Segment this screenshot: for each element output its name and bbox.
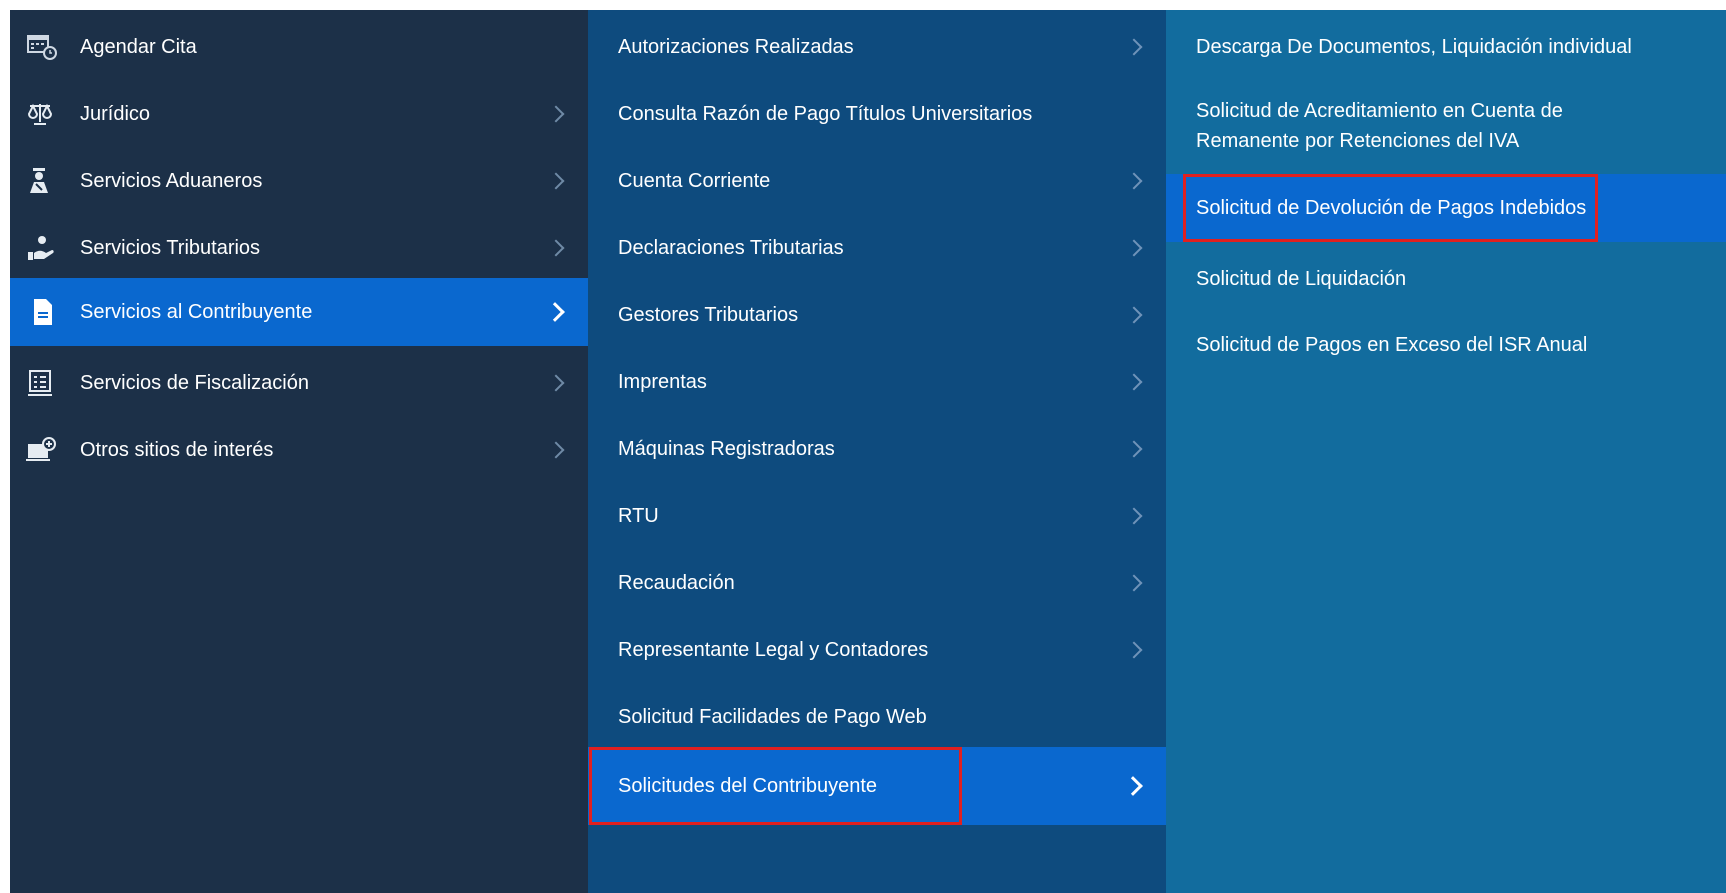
chevron-right-icon: [547, 105, 565, 123]
submenu-item-solicitudes-del-contribuyente[interactable]: Solicitudes del Contribuyente: [588, 747, 1166, 825]
submenu-item-label: Solicitudes del Contribuyente: [618, 774, 878, 797]
menu-item-label: Jurídico: [80, 102, 151, 125]
submenu-item-label: Recaudación: [618, 571, 735, 594]
hand-coin-icon: [26, 234, 60, 262]
submenu-item-label: Solicitud de Pagos en Exceso del ISR Anu…: [1196, 333, 1588, 356]
checklist-icon: [26, 369, 60, 397]
submenu-item-label: Cuenta Corriente: [618, 169, 771, 192]
chevron-right-icon: [547, 441, 565, 459]
submenu-item-label: RTU: [618, 504, 659, 527]
submenu-item-label: Representante Legal y Contadores: [618, 638, 929, 661]
chevron-right-icon: [1125, 574, 1143, 592]
chevron-right-icon: [1123, 776, 1143, 796]
submenu-item-label: Solicitud de Liquidación: [1196, 267, 1407, 290]
submenu-item-label: Consulta Razón de Pago Títulos Universit…: [618, 102, 1033, 125]
submenu-item-label: Autorizaciones Realizadas: [618, 35, 854, 58]
menu-level-2: Autorizaciones Realizadas Consulta Razón…: [588, 10, 1166, 893]
submenu-item-label: Máquinas Registradoras: [618, 437, 835, 460]
scales-icon: [26, 100, 60, 128]
submenu-item-label: Solicitud de Acreditamiento en Cuenta de…: [1196, 100, 1563, 152]
submenu-item-label: Imprentas: [618, 370, 707, 393]
submenu-item-label: Gestores Tributarios: [618, 303, 799, 326]
menu-level-1: Agendar Cita Jurídico Servicios Aduanero…: [10, 10, 588, 893]
submenu-item[interactable]: Imprentas: [588, 345, 1166, 419]
submenu-item[interactable]: Declaraciones Tributarias: [588, 211, 1166, 285]
submenu-item[interactable]: Recaudación: [588, 546, 1166, 620]
submenu-item[interactable]: Consulta Razón de Pago Títulos Universit…: [588, 77, 1166, 151]
chevron-right-icon: [1125, 507, 1143, 525]
submenu-item[interactable]: Solicitud de Acreditamiento en Cuenta de…: [1166, 80, 1726, 172]
calendar-clock-icon: [26, 33, 60, 61]
menu-item-label: Servicios al Contribuyente: [80, 300, 313, 323]
chevron-right-icon: [1125, 306, 1143, 324]
chevron-right-icon: [1125, 373, 1143, 391]
submenu-item[interactable]: Solicitud de Liquidación: [1166, 242, 1726, 316]
menu-item-label: Agendar Cita: [80, 35, 197, 58]
chevron-right-icon: [1125, 38, 1143, 56]
submenu-item[interactable]: Solicitud de Pagos en Exceso del ISR Anu…: [1166, 308, 1726, 382]
submenu-item[interactable]: Representante Legal y Contadores: [588, 613, 1166, 687]
chevron-right-icon: [1125, 641, 1143, 659]
submenu-item[interactable]: Descarga De Documentos, Liquidación indi…: [1166, 10, 1726, 84]
submenu-item[interactable]: Máquinas Registradoras: [588, 412, 1166, 486]
submenu-item-label: Solicitud de Devolución de Pagos Indebid…: [1196, 196, 1587, 219]
menu-item-label: Servicios de Fiscalización: [80, 371, 309, 394]
submenu-item[interactable]: Cuenta Corriente: [588, 144, 1166, 218]
menu-item-label: Servicios Aduaneros: [80, 169, 263, 192]
menu-item-servicios-aduaneros[interactable]: Servicios Aduaneros: [10, 144, 588, 218]
menu-level-3: Descarga De Documentos, Liquidación indi…: [1166, 10, 1726, 893]
chevron-right-icon: [547, 172, 565, 190]
monitor-plus-icon: [26, 436, 60, 464]
chevron-right-icon: [545, 302, 565, 322]
chevron-right-icon: [1125, 440, 1143, 458]
document-icon: [26, 298, 60, 326]
menu-item-servicios-tributarios[interactable]: Servicios Tributarios: [10, 211, 588, 285]
submenu-item[interactable]: Gestores Tributarios: [588, 278, 1166, 352]
submenu-item[interactable]: RTU: [588, 479, 1166, 553]
submenu-item-label: Solicitud Facilidades de Pago Web: [618, 705, 927, 728]
menu-item-label: Otros sitios de interés: [80, 438, 274, 461]
chevron-right-icon: [1125, 172, 1143, 190]
menu-item-label: Servicios Tributarios: [80, 236, 261, 259]
menu-item-servicios-al-contribuyente[interactable]: Servicios al Contribuyente: [10, 278, 588, 346]
chevron-right-icon: [547, 239, 565, 257]
submenu-item[interactable]: Autorizaciones Realizadas: [588, 10, 1166, 84]
menu-item-agendar-cita[interactable]: Agendar Cita: [10, 10, 588, 84]
customs-officer-icon: [26, 167, 60, 195]
chevron-right-icon: [1125, 239, 1143, 257]
menu-item-servicios-de-fiscalizacion[interactable]: Servicios de Fiscalización: [10, 346, 588, 420]
submenu-item-solicitud-devolucion-pagos-indebidos[interactable]: Solicitud de Devolución de Pagos Indebid…: [1166, 174, 1726, 242]
chevron-right-icon: [547, 374, 565, 392]
submenu-item-label: Declaraciones Tributarias: [618, 236, 844, 259]
submenu-item[interactable]: Solicitud Facilidades de Pago Web: [588, 680, 1166, 754]
submenu-item-label: Descarga De Documentos, Liquidación indi…: [1196, 35, 1632, 58]
menu-item-otros-sitios[interactable]: Otros sitios de interés: [10, 413, 588, 487]
mega-menu: Agendar Cita Jurídico Servicios Aduanero…: [10, 10, 1726, 893]
menu-item-juridico[interactable]: Jurídico: [10, 77, 588, 151]
